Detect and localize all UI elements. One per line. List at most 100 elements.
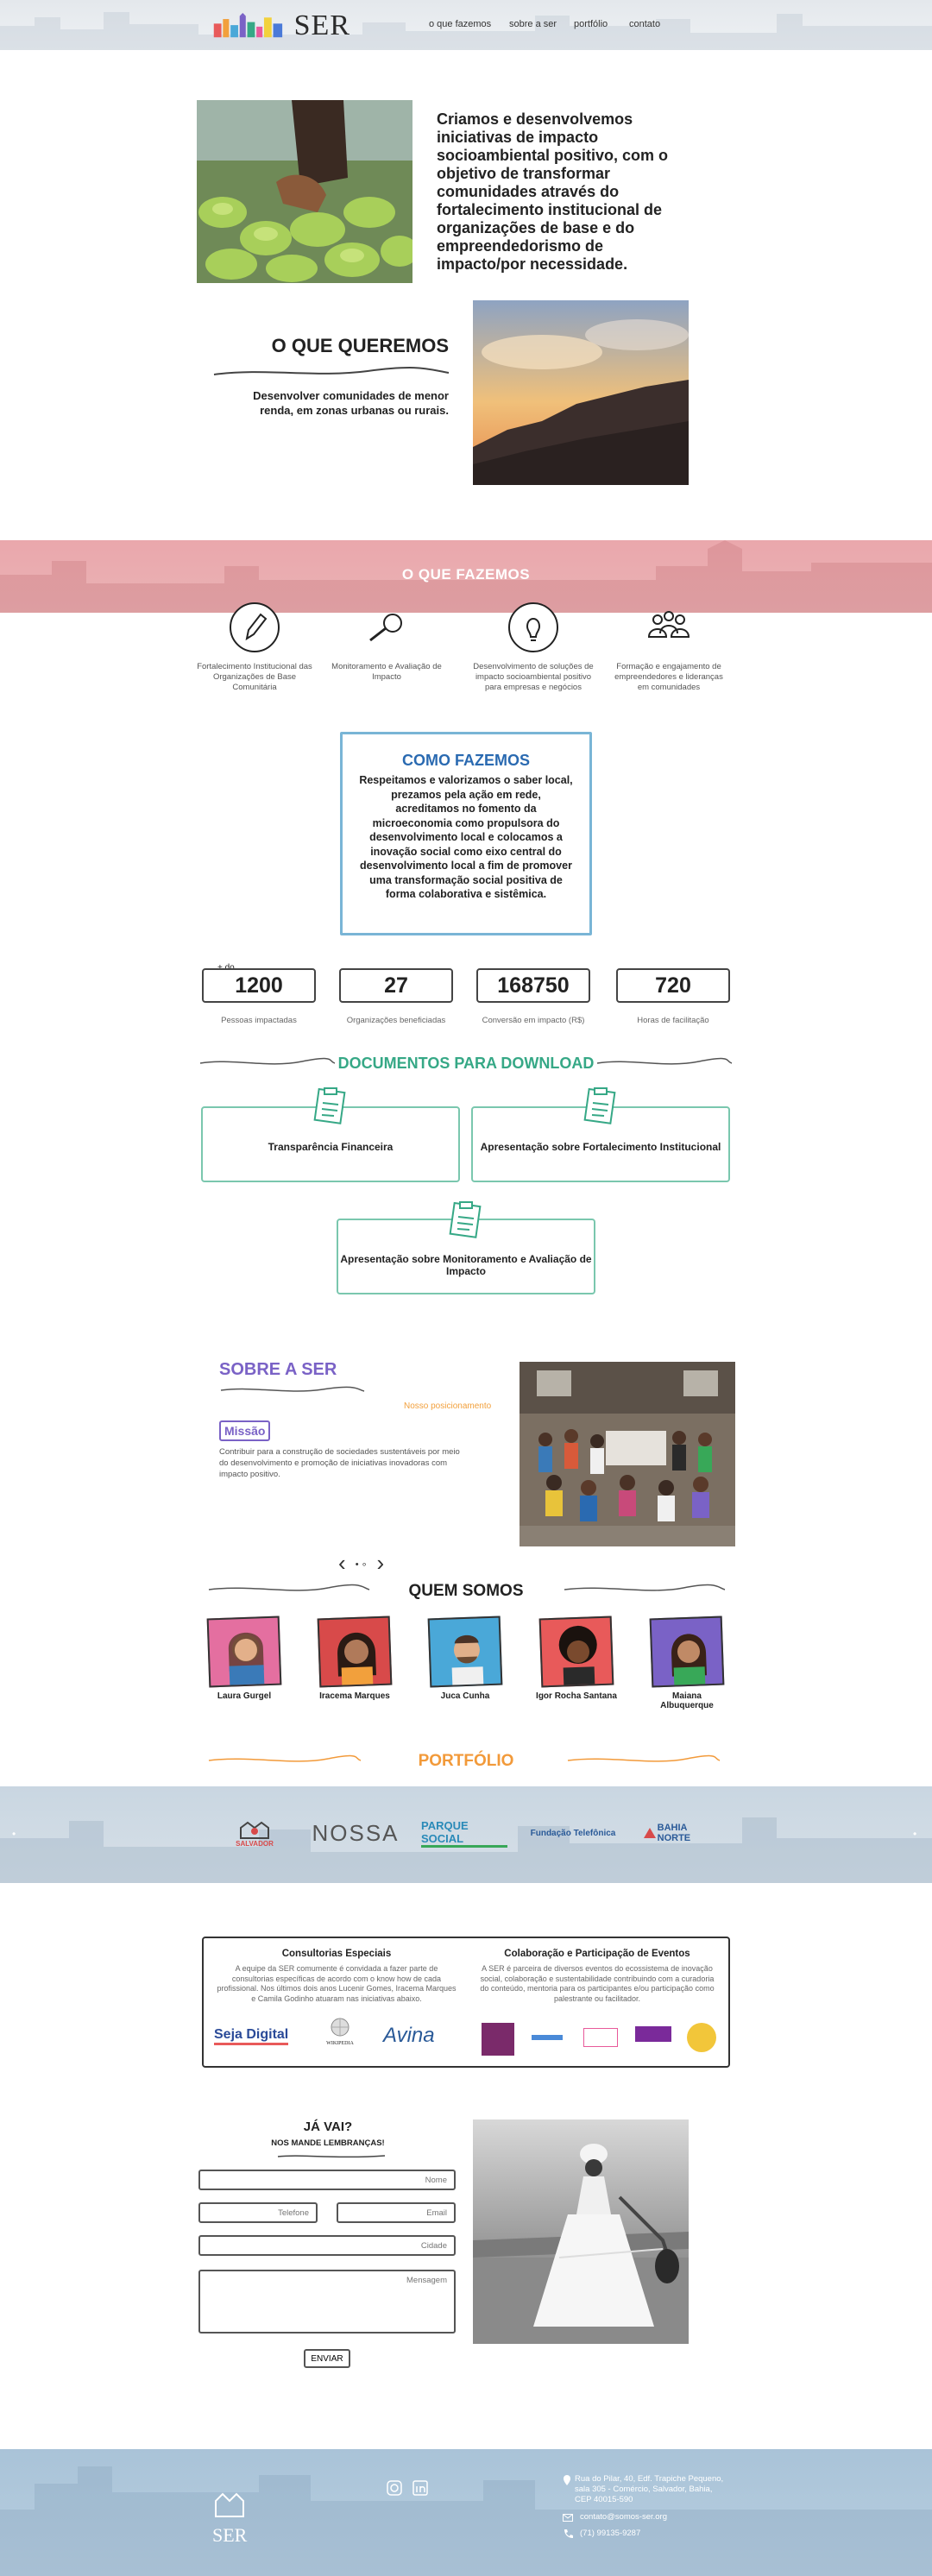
event-logo	[635, 2026, 671, 2042]
name-field[interactable]	[198, 2170, 456, 2190]
phone-field[interactable]	[198, 2202, 318, 2223]
section-title-portfolio: PORTFÓLIO	[418, 1752, 514, 1770]
hero-photo-lettuce	[197, 100, 412, 283]
logo[interactable]: SER	[212, 9, 350, 43]
section-title-quem-somos: QUEM SOMOS	[408, 1582, 524, 1600]
service-item: Monitoramento e Avaliação de Impacto	[326, 601, 447, 683]
service-item: Formação e engajamento de empreendedores…	[608, 601, 729, 693]
email-field[interactable]	[337, 2202, 456, 2223]
stat-value: 27	[339, 968, 453, 1003]
stat-label: Organizações beneficiadas	[346, 1016, 446, 1025]
carousel-dot-left[interactable]: •	[12, 1828, 16, 1840]
nav-portfolio[interactable]: portfólio	[574, 19, 608, 29]
slider-next-button[interactable]: ›	[377, 1550, 385, 1576]
message-field[interactable]	[198, 2270, 456, 2334]
send-button[interactable]: ENVIAR	[304, 2349, 350, 2368]
section-title-como: COMO FAZEMOS	[402, 752, 530, 769]
member-name: Laura Gurgel	[217, 1691, 272, 1701]
partner-logo-parque-social[interactable]: PARQUE SOCIAL	[421, 1816, 507, 1850]
stat-value: 720	[616, 968, 730, 1003]
wikipedia-globe-icon	[331, 2018, 350, 2037]
posicionamento-link[interactable]: Nosso posicionamento	[404, 1401, 491, 1411]
service-item: Desenvolvimento de soluções de impacto s…	[473, 601, 594, 693]
partner-logo-nossa[interactable]: NOSSA	[312, 1816, 399, 1850]
clipboard-icon	[313, 1087, 346, 1124]
slider-controls: ‹ • ∘ ›	[338, 1550, 384, 1577]
wavy-divider	[277, 2155, 386, 2158]
nav-sobre-a-ser[interactable]: sobre a ser	[509, 19, 557, 29]
wavy-divider	[213, 367, 450, 375]
location-pin-icon	[564, 2475, 570, 2485]
linkedin-icon[interactable]	[412, 2480, 428, 2496]
team-member[interactable]: Maiana Albuquerque	[645, 1616, 728, 1710]
partner-name: Fundação Telefônica	[530, 1828, 616, 1838]
doc-title: Apresentação sobre Monitoramento e Avali…	[340, 1253, 592, 1277]
carousel-dot-right[interactable]: •	[913, 1828, 916, 1840]
form-title: JÁ VAI?	[303, 2119, 353, 2134]
team-member[interactable]: Igor Rocha Santana	[535, 1616, 618, 1701]
client-name: Avina	[383, 2024, 435, 2047]
clipboard-icon	[449, 1201, 482, 1238]
wavy-divider	[220, 1386, 365, 1392]
nav-o-que-fazemos[interactable]: o que fazemos	[429, 19, 491, 29]
instagram-icon[interactable]	[387, 2480, 402, 2496]
stat-label: Horas de facilitação	[637, 1016, 709, 1025]
slider-prev-button[interactable]: ‹	[338, 1550, 346, 1576]
partner-logo-bahia-norte[interactable]: BAHIA NORTE	[642, 1816, 721, 1850]
consultorias-box: Consultorias Especiais A equipe da SER c…	[202, 1937, 730, 2068]
service-label: Formação e engajamento de empreendedores…	[614, 662, 723, 692]
footer-address: Rua do Pilar, 40, Edf. Trapiche Pequeno,…	[575, 2474, 724, 2504]
footer-phone[interactable]: (71) 99135-9287	[580, 2529, 640, 2539]
partner-logo-salvador[interactable]: SALVADOR	[226, 1816, 283, 1850]
city-sunset-photo	[473, 300, 689, 485]
event-logo	[482, 2023, 514, 2056]
salvador-emblem-icon	[240, 1821, 269, 1839]
footer-email[interactable]: contato@somos-ser.org	[580, 2512, 667, 2522]
bahia-norte-icon	[644, 1828, 656, 1838]
phone-icon	[564, 2529, 573, 2538]
partner-name: BAHIA NORTE	[657, 1823, 691, 1843]
group-photo	[520, 1362, 735, 1546]
consultorias-text: A equipe da SER comumente é convidada a …	[217, 1964, 457, 2003]
partner-logo-telefonica[interactable]: Fundação Telefônica	[530, 1816, 616, 1850]
logo-wikipedia: WIKIPEDIA	[314, 2018, 366, 2052]
lightbulb-icon	[508, 602, 558, 652]
stat-value: 1200	[202, 968, 316, 1003]
footer-houses-icon	[215, 2492, 244, 2517]
service-item: Fortalecimento Institucional das Organiz…	[194, 601, 315, 693]
envelope-icon	[563, 2514, 573, 2522]
footer-logo-text: SER	[212, 2524, 248, 2546]
magnifier-icon	[369, 614, 402, 642]
partner-name: NOSSA	[312, 1819, 400, 1846]
hero-statement: Criamos e desenvolvemos iniciativas de i…	[437, 110, 669, 273]
stat-label: Pessoas impactadas	[221, 1016, 297, 1025]
como-text: Respeitamos e valorizamos o saber local,…	[359, 774, 573, 900]
eventos-column: Colaboração e Participação de Eventos A …	[476, 1949, 718, 2004]
form-subtitle: NOS MANDE LEMBRANÇAS!	[271, 2138, 385, 2148]
client-name: Seja Digital	[214, 2027, 289, 2045]
como-fazemos-box: COMO FAZEMOS Respeitamos e valorizamos o…	[340, 732, 592, 935]
missao-text: Contribuir para a construção de sociedad…	[219, 1447, 460, 1479]
city-field[interactable]	[198, 2235, 456, 2256]
partner-name: SALVADOR	[236, 1839, 274, 1848]
partner-name: PARQUE SOCIAL	[421, 1819, 507, 1848]
team-member[interactable]: Juca Cunha	[424, 1616, 507, 1701]
service-label: Desenvolvimento de soluções de impacto s…	[473, 662, 594, 692]
colorful-houses-icon	[213, 13, 283, 38]
stat-item: 168750 Conversão em impacto (R$)	[476, 968, 590, 1025]
slider-dots[interactable]: • ∘	[356, 1559, 368, 1570]
avatar	[649, 1616, 725, 1688]
baiana-photo	[473, 2119, 689, 2344]
team-member[interactable]: Laura Gurgel	[203, 1616, 286, 1701]
nav-contato[interactable]: contato	[629, 19, 660, 29]
missao-tab[interactable]: Missão	[219, 1420, 271, 1441]
clipboard-icon	[583, 1087, 616, 1124]
member-name: Iracema Marques	[319, 1691, 390, 1701]
logo-avina: Avina	[383, 2021, 452, 2050]
avatar	[206, 1616, 282, 1688]
eventos-text: A SER é parceira de diversos eventos do …	[480, 1964, 715, 2003]
team-member[interactable]: Iracema Marques	[313, 1616, 396, 1701]
member-name: Igor Rocha Santana	[536, 1691, 617, 1701]
logo-text: SER	[293, 9, 350, 41]
footer-logo[interactable]: SER	[212, 2485, 247, 2546]
